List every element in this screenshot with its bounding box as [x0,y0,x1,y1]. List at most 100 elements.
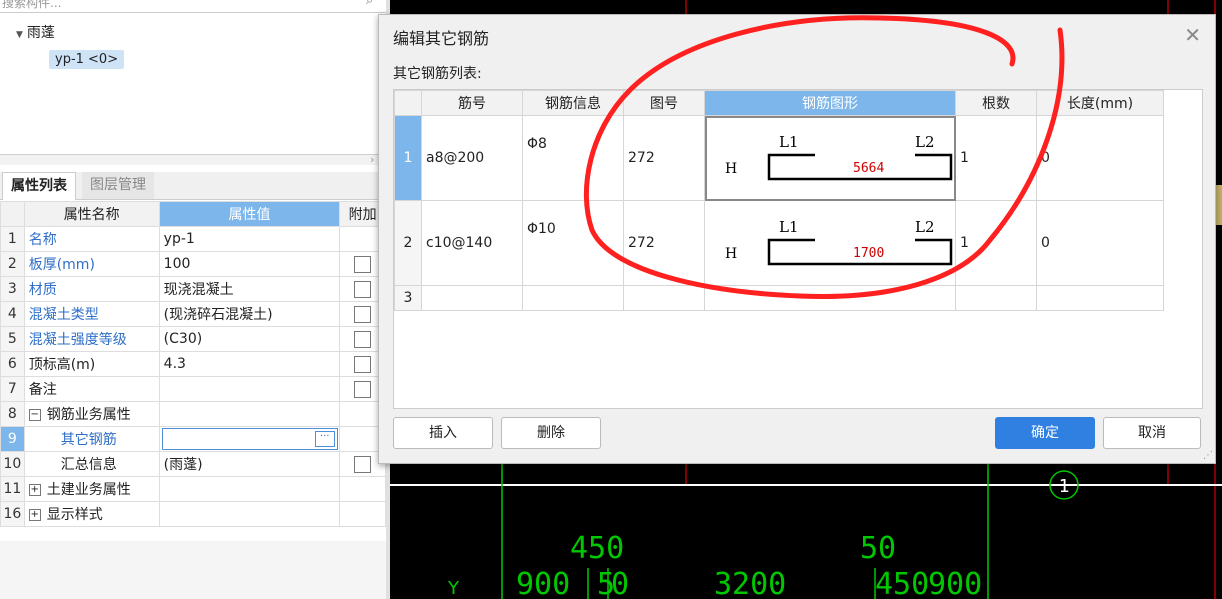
extra-checkbox[interactable] [354,355,372,373]
prop-value[interactable]: (C30) [158,326,341,352]
rebar-grid: 筋号 钢筋信息 图号 钢筋图形 根数 长度(mm) 1 a8@200 Φ8 27… [394,90,1164,311]
collapse-chevron-icon[interactable]: › [370,153,374,166]
rebar-count-cell[interactable]: 1 [955,115,1037,201]
prop-value[interactable]: yp-1 [158,226,341,252]
cad-y-axis-label: Y [447,578,460,599]
cad-dim-label: 450 [570,531,624,566]
cancel-button[interactable]: 取消 [1103,417,1201,449]
prop-name: 材质 [23,276,160,302]
property-table: 属性名称 属性值 附加 1 名称 yp-1 2 板厚(mm) 100 3 材质 现浇混凝土 … [0,201,386,527]
prop-value[interactable] [158,376,341,402]
tree-root[interactable]: ▼ 雨蓬 [16,22,55,42]
prop-value[interactable]: 4.3 [158,351,341,377]
cad-dim-label: 900 [928,567,982,599]
prop-value[interactable]: 现浇混凝土 [158,276,341,302]
panel-tabs: 属性列表 图层管理 [0,172,386,200]
grid-header-count[interactable]: 根数 [955,90,1037,116]
table-row[interactable]: 9 其它钢筋 ··· [0,426,386,452]
rebar-info-cell[interactable]: Φ10 [522,200,624,286]
rebar-code-cell[interactable]: a8@200 [421,115,523,201]
prop-group-label: 钢筋业务属性 [46,407,131,423]
prop-header-name: 属性名称 [23,201,160,227]
rebar-fig-cell[interactable]: 272 [623,115,705,201]
extra-checkbox[interactable] [354,305,372,323]
table-row[interactable]: 11 + 土建业务属性 [0,476,386,502]
prop-value[interactable]: 100 [158,251,341,277]
prop-group[interactable]: + 显示样式 [23,501,160,527]
rebar-fig-cell[interactable] [623,285,705,311]
collapse-minus-icon[interactable]: − [28,409,41,421]
table-row[interactable]: 16 + 显示样式 [0,501,386,527]
rebar-shape-cell[interactable] [704,285,956,311]
prop-group[interactable]: − 钢筋业务属性 [23,401,160,427]
cad-dim-label: 450 [875,567,929,599]
rebar-code-cell[interactable] [421,285,523,311]
search-bar[interactable]: 搜索构件... ⌕ [0,0,386,13]
table-row[interactable]: 5 混凝土强度等级 (C30) [0,326,386,352]
close-icon[interactable]: ✕ [1184,23,1201,47]
panel-splitter[interactable]: › [0,153,386,166]
delete-button[interactable]: 删除 [501,417,601,449]
extra-checkbox[interactable] [354,280,372,298]
rebar-length-cell[interactable] [1036,285,1164,311]
row-number: 1 [0,226,25,252]
table-row[interactable]: 4 混凝土类型 (现浇碎石混凝土) [0,301,386,327]
insert-button[interactable]: 插入 [393,417,493,449]
extra-checkbox[interactable] [354,455,372,473]
rebar-count-cell[interactable]: 1 [955,200,1037,286]
cad-axis-number: 1 [1059,476,1070,497]
tab-layer-manage[interactable]: 图层管理 [82,172,154,199]
prop-value [158,501,341,527]
row-number: 1 [394,115,422,201]
expand-plus-icon[interactable]: + [28,509,41,521]
rebar-info-cell[interactable] [522,285,624,311]
cad-dim-label: 3200 [714,567,786,599]
table-row[interactable]: 2 板厚(mm) 100 [0,251,386,277]
search-icon[interactable]: ⌕ [366,0,373,8]
row-number: 11 [0,476,25,502]
rebar-shape-drawing: H L1 L2 1700 [725,218,953,266]
extra-checkbox[interactable] [354,380,372,398]
table-row[interactable]: 1 名称 yp-1 [0,226,386,252]
grid-header-shape[interactable]: 钢筋图形 [704,90,956,116]
prop-value[interactable]: (雨蓬) [158,451,341,477]
rebar-code-cell[interactable]: c10@140 [421,200,523,286]
prop-value[interactable]: ··· [158,426,341,452]
ellipsis-button-icon[interactable]: ··· [314,431,335,447]
table-row[interactable]: 10 汇总信息 (雨蓬) [0,451,386,477]
grid-header-fig[interactable]: 图号 [623,90,705,116]
table-row[interactable]: 3 材质 现浇混凝土 [0,276,386,302]
prop-value[interactable]: (现浇碎石混凝土) [158,301,341,327]
expand-plus-icon[interactable]: + [28,484,41,496]
table-row[interactable]: 1 a8@200 Φ8 272 H L1 L2 5664 1 0 [394,115,1164,201]
rebar-length-cell[interactable]: 0 [1036,115,1164,201]
row-number: 2 [0,251,25,277]
rebar-length-cell[interactable]: 0 [1036,200,1164,286]
rebar-fig-cell[interactable]: 272 [623,200,705,286]
rebar-shape-cell[interactable]: H L1 L2 5664 [704,115,956,201]
rebar-shape-cell[interactable]: H L1 L2 1700 [704,200,956,286]
tree-node-yp-1[interactable]: yp-1 <0> [49,50,125,69]
rebar-count-cell[interactable] [955,285,1037,311]
table-row[interactable]: 8− 钢筋业务属性 [0,401,386,427]
table-row[interactable]: 7 备注 [0,376,386,402]
rebar-info-cell[interactable]: Φ8 [522,115,624,201]
rebar-shape-drawing: H L1 L2 5664 [725,133,953,181]
prop-name: 板厚(mm) [23,251,160,277]
expand-arrow-icon[interactable]: ▼ [16,30,23,40]
extra-checkbox[interactable] [354,330,372,348]
extra-checkbox[interactable] [354,255,372,273]
table-row[interactable]: 3 [394,285,1164,311]
table-row[interactable]: 6 顶标高(m) 4.3 [0,351,386,377]
resize-grip-icon[interactable]: ⋰ [1203,450,1213,461]
tab-property-list[interactable]: 属性列表 [2,172,76,200]
prop-header-num [0,201,25,227]
table-row[interactable]: 2 c10@140 Φ10 272 H L1 L2 1700 1 0 [394,200,1164,286]
grid-header-length[interactable]: 长度(mm) [1036,90,1164,116]
search-input[interactable]: 搜索构件... [2,0,61,11]
prop-group[interactable]: + 土建业务属性 [23,476,160,502]
ok-button[interactable]: 确定 [995,417,1095,449]
grid-header-info[interactable]: 钢筋信息 [522,90,624,116]
grid-header-code[interactable]: 筋号 [421,90,523,116]
other-rebar-edit-field[interactable]: ··· [161,428,338,450]
